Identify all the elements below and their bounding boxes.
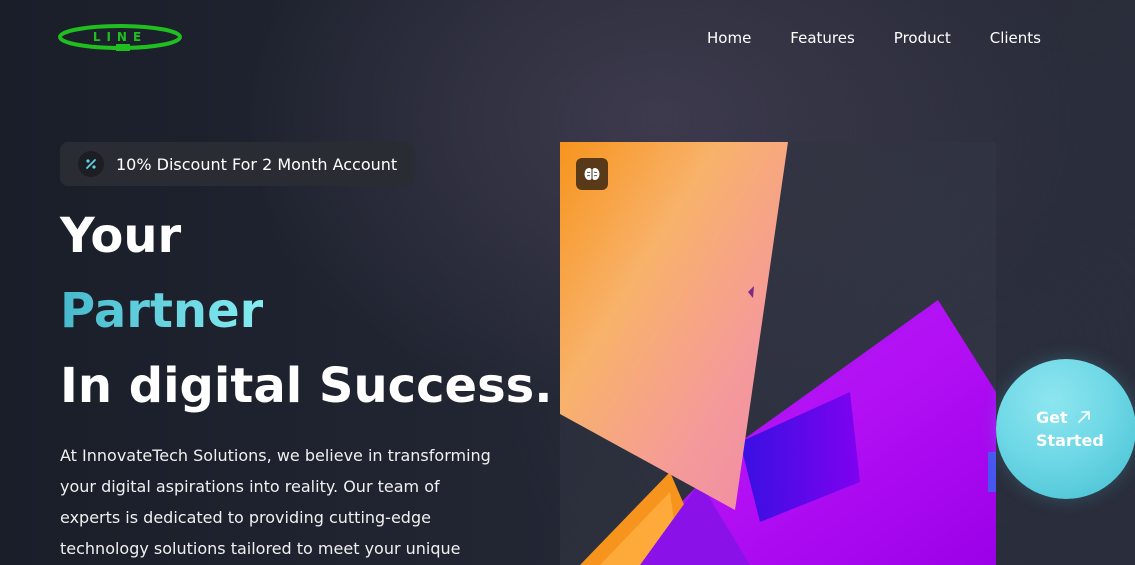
percent-icon (78, 151, 104, 177)
nav-clients[interactable]: Clients (990, 28, 1041, 48)
arrow-up-right-icon (1078, 411, 1090, 423)
discount-text: 10% Discount For 2 Month Account (116, 154, 398, 174)
get-started-label-line2: Started (1036, 431, 1104, 450)
logo-mark: LINE (58, 24, 182, 51)
headline-line-2: Partner (60, 283, 264, 339)
logo-text: LINE (93, 30, 147, 44)
discount-badge: 10% Discount For 2 Month Account (60, 142, 414, 186)
nav-product[interactable]: Product (894, 28, 951, 48)
get-started-button[interactable]: Get Started (996, 359, 1135, 499)
hero-description: At InnovateTech Solutions, we believe in… (60, 446, 491, 558)
brain-icon (576, 158, 608, 190)
headline-line-1: Your (60, 208, 182, 264)
hero-image (560, 142, 996, 565)
nav-home[interactable]: Home (707, 28, 751, 48)
headline-line-3: In digital Success. (60, 358, 553, 414)
main-nav: Home Features Product Clients (707, 28, 1080, 48)
nav-features[interactable]: Features (790, 28, 855, 48)
logo[interactable]: LINE (58, 20, 186, 56)
